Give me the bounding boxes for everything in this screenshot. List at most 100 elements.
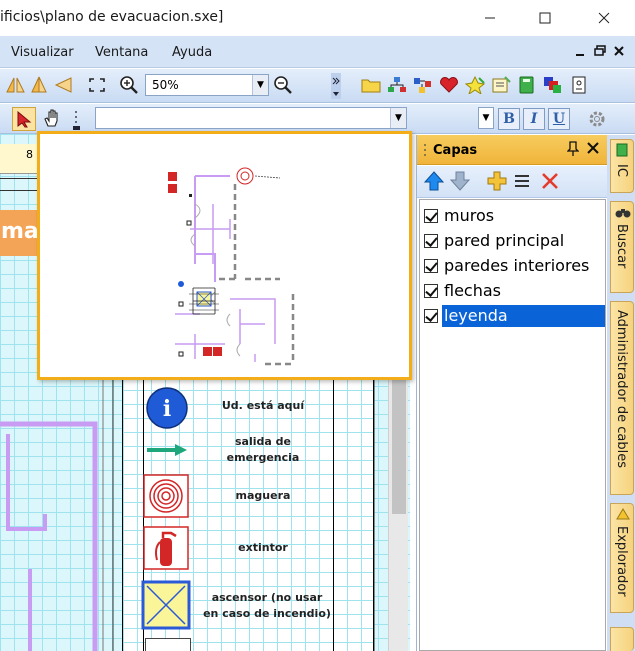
main-toolbar: 50% ▼ — [0, 69, 635, 103]
panel-close-button[interactable] — [587, 142, 599, 157]
fit-page-button[interactable] — [86, 74, 108, 96]
pin-button[interactable] — [566, 141, 580, 160]
layer-checkbox[interactable] — [424, 259, 438, 273]
rotate-button[interactable] — [52, 74, 74, 96]
zoom-level-select[interactable]: 50% ▼ — [145, 74, 269, 96]
ruler-line — [0, 178, 37, 179]
colors-button[interactable] — [542, 74, 564, 96]
tab-label: IC — [614, 164, 629, 177]
tab-buscar[interactable]: Buscar — [610, 201, 634, 293]
move-layer-down-button[interactable] — [449, 170, 471, 195]
properties-button[interactable] — [490, 74, 512, 96]
mdi-restore-button[interactable] — [594, 44, 606, 61]
emergency-exit-arrow-icon — [147, 444, 187, 456]
tab-administrador-de-cables[interactable]: Administrador de cables — [610, 301, 634, 495]
tab-ic[interactable]: IC — [610, 139, 634, 193]
layer-name: muros — [444, 206, 495, 225]
hand-icon — [44, 109, 58, 127]
underline-button[interactable]: U — [548, 108, 570, 130]
legend-label-extinguisher: extintor — [238, 541, 288, 554]
italic-button[interactable]: I — [523, 108, 545, 130]
zoom-in-button[interactable] — [118, 74, 140, 96]
you-are-here-icon: i — [146, 387, 188, 429]
font-name-select[interactable]: ▼ — [95, 107, 407, 129]
layer-checkbox[interactable] — [424, 309, 438, 323]
delete-layer-button[interactable] — [541, 172, 559, 193]
overview-window[interactable] — [37, 131, 412, 380]
elevator-icon — [141, 580, 191, 630]
legend-divider — [333, 376, 334, 651]
mdi-close-button[interactable] — [614, 44, 624, 61]
title-block: ma — [0, 210, 39, 256]
layer-item-pared-principal[interactable]: pared principal — [422, 229, 605, 253]
mdi-minimize-button[interactable] — [576, 44, 584, 61]
minimize-button[interactable] — [467, 0, 513, 36]
minimize-icon — [485, 17, 495, 19]
open-folder-button[interactable] — [360, 74, 382, 96]
arrow-pointer-icon — [17, 110, 32, 128]
title-bar: ificios\plano de evacuacion.sxe] — [0, 0, 635, 36]
add-layer-button[interactable] — [487, 171, 507, 194]
tab-label: Administrador de cables — [614, 310, 629, 469]
legend-label-here: Ud. está aquí — [221, 399, 305, 412]
library-icon — [519, 76, 534, 94]
grip-icon — [424, 144, 426, 156]
pan-tool-button[interactable] — [40, 107, 64, 129]
library-button[interactable] — [516, 74, 538, 96]
delete-icon — [542, 173, 558, 189]
plus-icon — [487, 171, 507, 191]
tab-explorador[interactable]: Explorador — [610, 503, 634, 613]
mdi-minimize-icon — [576, 54, 584, 56]
flip-vertical-icon — [6, 77, 25, 93]
layer-name: flechas — [444, 281, 501, 300]
font-size-select[interactable]: ▼ — [470, 107, 494, 129]
chevron-down-icon[interactable]: ▼ — [252, 75, 268, 95]
window-title: ificios\plano de evacuacion.sxe] — [0, 9, 224, 25]
legend-label-hose: maguera — [235, 489, 291, 502]
layer-item-paredes-interiores[interactable]: paredes interiores — [422, 254, 605, 278]
favorites-button[interactable] — [438, 74, 460, 96]
pin-icon — [566, 141, 580, 156]
overview-floorplan — [168, 167, 295, 366]
layer-checkbox[interactable] — [424, 209, 438, 223]
toolbar-grip[interactable] — [70, 108, 82, 130]
rotate-left-icon — [54, 77, 72, 93]
device-icon — [572, 76, 586, 94]
title-block-text: ma — [1, 219, 39, 244]
close-icon — [598, 12, 610, 24]
device-button[interactable] — [568, 74, 590, 96]
layer-properties-button[interactable] — [513, 172, 531, 193]
flip-vertical-button[interactable] — [4, 74, 26, 96]
fire-extinguisher-icon — [143, 526, 189, 570]
chevron-down-icon[interactable]: ▼ — [390, 108, 406, 128]
layer-list[interactable]: muros pared principal paredes interiores… — [419, 199, 606, 651]
layer-item-muros[interactable]: muros — [422, 204, 605, 228]
layer-item-leyenda[interactable]: leyenda — [422, 304, 605, 328]
layer-checkbox[interactable] — [424, 234, 438, 248]
layer-checkbox[interactable] — [424, 284, 438, 298]
connectors-button[interactable] — [412, 74, 434, 96]
zoom-out-button[interactable] — [272, 74, 294, 96]
menu-ayuda[interactable]: Ayuda — [172, 45, 212, 60]
bold-button[interactable]: B — [498, 108, 520, 130]
select-tool-button[interactable] — [12, 107, 36, 131]
flip-horizontal-icon — [31, 76, 47, 93]
legend-page[interactable]: i Ud. está aquí salida de emergencia mag… — [122, 376, 374, 651]
menu-bar: Visualizar Ventana Ayuda — [0, 36, 635, 68]
menu-ventana[interactable]: Ventana — [95, 45, 148, 60]
zoom-out-icon — [274, 76, 292, 94]
toolbar-overflow-button[interactable] — [330, 72, 342, 100]
tab-more[interactable] — [610, 627, 634, 651]
application-window: ificios\plano de evacuacion.sxe] Visuali… — [0, 0, 635, 651]
layer-item-flechas[interactable]: flechas — [422, 279, 605, 303]
layers-toolbar — [417, 166, 608, 198]
network-button[interactable] — [386, 74, 408, 96]
chevron-down-icon[interactable]: ▼ — [478, 107, 494, 129]
flip-horizontal-button[interactable] — [28, 74, 50, 96]
text-settings-button[interactable] — [585, 108, 609, 130]
move-layer-up-button[interactable] — [423, 170, 445, 195]
maximize-button[interactable] — [522, 0, 568, 36]
shapes-button[interactable] — [464, 74, 486, 96]
close-button[interactable] — [581, 0, 627, 36]
menu-visualizar[interactable]: Visualizar — [11, 45, 74, 60]
